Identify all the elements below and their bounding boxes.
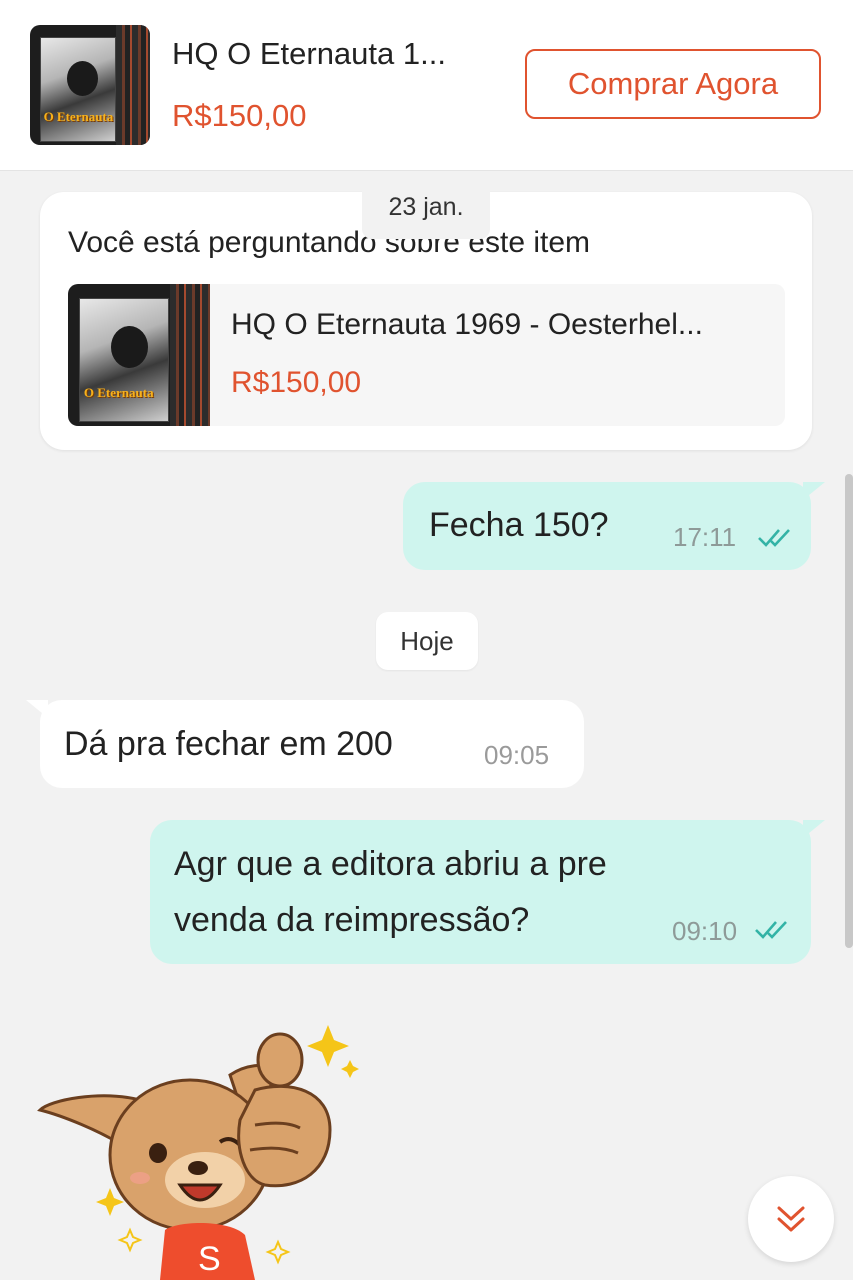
inquiry-heading: Você está perguntando sobre este item [68, 226, 591, 259]
shop-badge-letter: S [198, 1240, 221, 1278]
bookshelf-background [116, 25, 150, 145]
message-time: 17:11 [673, 522, 737, 552]
thumbs-up-dog-sticker[interactable]: S [30, 1020, 380, 1280]
product-thumbnail[interactable]: O Eternauta [30, 25, 150, 145]
sparkle-icon [307, 1025, 349, 1067]
product-price: R$150,00 [231, 366, 362, 399]
double-chevron-down-icon [777, 1206, 805, 1232]
product-link[interactable]: O Eternauta HQ O Eternauta 1969 - Oester… [68, 284, 785, 426]
outgoing-message[interactable]: Agr que a editora abriu a pre venda da r… [150, 820, 825, 964]
double-check-icon [755, 921, 787, 939]
cover-title: O Eternauta [43, 108, 114, 124]
outgoing-message[interactable]: Fecha 150? 17:11 [403, 482, 825, 570]
cover-title: O Eternauta [83, 385, 154, 401]
day-separator: Hoje [376, 612, 478, 670]
message-time: 09:05 [484, 740, 550, 770]
double-check-icon [758, 529, 790, 547]
product-title[interactable]: HQ O Eternauta 1... [172, 36, 446, 72]
scrollbar[interactable] [845, 474, 853, 948]
incoming-message[interactable]: Dá pra fechar em 200 09:05 [26, 700, 584, 788]
product-price: R$150,00 [172, 98, 307, 133]
message-text: Agr que a editora abriu a pre venda da r… [174, 845, 607, 939]
comic-cover: O Eternauta [39, 37, 116, 143]
comic-cover: O Eternauta [79, 298, 170, 423]
date-separator: 23 jan. [362, 183, 490, 239]
message-text: Dá pra fechar em 200 [64, 725, 393, 763]
scroll-to-bottom-button[interactable] [748, 1176, 834, 1262]
message-text: Fecha 150? [429, 506, 609, 544]
product-title: HQ O Eternauta 1969 - Oesterhel... [231, 308, 703, 341]
message-time: 09:10 [672, 916, 738, 946]
chat-product-header: O Eternauta HQ O Eternauta 1... R$150,00… [0, 0, 853, 171]
product-thumbnail: O Eternauta [68, 284, 210, 426]
buy-now-button[interactable]: Comprar Agora [525, 49, 821, 119]
